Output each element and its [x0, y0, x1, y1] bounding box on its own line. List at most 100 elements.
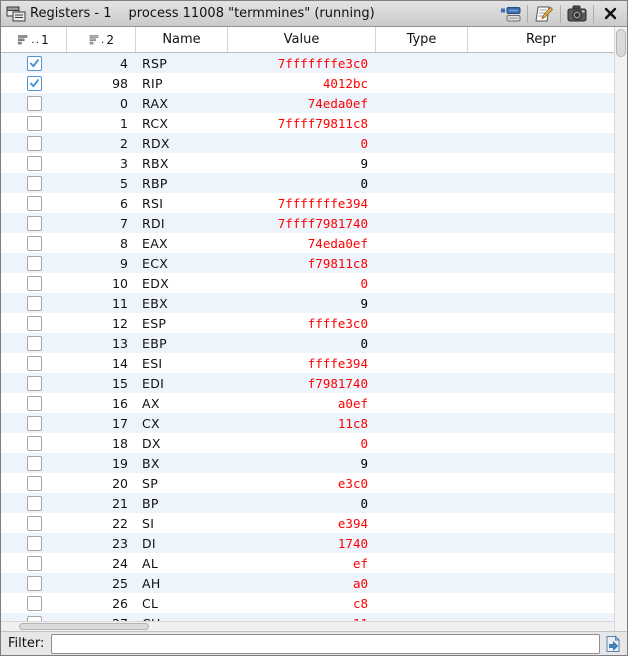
favorite-checkbox[interactable] — [27, 216, 42, 231]
register-name: ESI — [136, 353, 228, 373]
horizontal-scrollbar-thumb[interactable] — [19, 623, 149, 630]
favorite-cell — [1, 53, 67, 73]
register-table-body: 4RSP7fffffffe3c098RIP4012bc0RAX74eda0ef1… — [1, 53, 614, 621]
register-row[interactable]: 15EDIf7981740 — [1, 373, 614, 393]
favorite-checkbox[interactable] — [27, 316, 42, 331]
register-row[interactable]: 7RDI7ffff7981740 — [1, 213, 614, 233]
favorite-checkbox-checked[interactable] — [27, 56, 42, 71]
favorite-checkbox[interactable] — [27, 456, 42, 471]
register-value: 7ffff79811c8 — [228, 113, 376, 133]
register-row[interactable]: 20SPe3c0 — [1, 473, 614, 493]
register-row[interactable]: 10EDX0 — [1, 273, 614, 293]
vertical-scrollbar-thumb[interactable] — [616, 29, 626, 57]
favorite-checkbox[interactable] — [27, 376, 42, 391]
favorite-checkbox[interactable] — [27, 356, 42, 371]
favorite-checkbox[interactable] — [27, 576, 42, 591]
favorite-cell — [1, 453, 67, 473]
favorite-checkbox[interactable] — [27, 276, 42, 291]
favorite-checkbox[interactable] — [27, 336, 42, 351]
register-row[interactable]: 18DX0 — [1, 433, 614, 453]
favorite-checkbox[interactable] — [27, 476, 42, 491]
favorite-checkbox[interactable] — [27, 236, 42, 251]
favorite-checkbox[interactable] — [27, 416, 42, 431]
register-row[interactable]: 26CLc8 — [1, 593, 614, 613]
register-row[interactable]: 5RBP0 — [1, 173, 614, 193]
favorite-checkbox[interactable] — [27, 516, 42, 531]
register-row[interactable]: 19BX9 — [1, 453, 614, 473]
close-button[interactable] — [597, 3, 623, 25]
register-row[interactable]: 14ESIffffe394 — [1, 353, 614, 373]
filter-options-button[interactable] — [603, 634, 623, 654]
register-row[interactable]: 17CX11c8 — [1, 413, 614, 433]
favorite-checkbox[interactable] — [27, 116, 42, 131]
register-row[interactable]: 22SIe394 — [1, 513, 614, 533]
register-row[interactable]: 24ALef — [1, 553, 614, 573]
register-value: ffffe394 — [228, 353, 376, 373]
titlebar[interactable]: Registers - 1 process 11008 "termmines" … — [1, 1, 627, 27]
register-row[interactable]: 8EAX74eda0ef — [1, 233, 614, 253]
register-row[interactable]: 0RAX74eda0ef — [1, 93, 614, 113]
close-icon — [604, 7, 617, 20]
register-row[interactable]: 16AXa0ef — [1, 393, 614, 413]
register-row[interactable]: 12ESPffffe3c0 — [1, 313, 614, 333]
favorite-checkbox[interactable] — [27, 496, 42, 511]
register-number: 10 — [67, 273, 136, 293]
favorite-checkbox-checked[interactable] — [27, 76, 42, 91]
column-header-type[interactable]: Type — [376, 27, 468, 52]
register-type — [376, 173, 468, 193]
favorite-cell — [1, 253, 67, 273]
register-row[interactable]: 4RSP7fffffffe3c0 — [1, 53, 614, 73]
enable-edits-icon — [534, 5, 554, 23]
register-row[interactable]: 23DI1740 — [1, 533, 614, 553]
register-type — [376, 613, 468, 621]
favorite-checkbox[interactable] — [27, 436, 42, 451]
filter-input[interactable] — [51, 634, 600, 654]
register-row[interactable]: 9ECXf79811c8 — [1, 253, 614, 273]
column-header-value[interactable]: Value — [228, 27, 376, 52]
register-row[interactable]: 3RBX9 — [1, 153, 614, 173]
register-number: 19 — [67, 453, 136, 473]
favorite-checkbox[interactable] — [27, 96, 42, 111]
column-header-repr[interactable]: Repr — [468, 27, 614, 52]
register-row[interactable]: 27CH11 — [1, 613, 614, 621]
favorite-checkbox[interactable] — [27, 136, 42, 151]
column-header-favorite[interactable]: .. 1 — [1, 27, 67, 52]
favorite-checkbox[interactable] — [27, 396, 42, 411]
register-repr — [468, 513, 614, 533]
favorite-checkbox[interactable] — [27, 596, 42, 611]
register-number: 3 — [67, 153, 136, 173]
truncated-header-label: .. — [31, 33, 40, 46]
register-number: 1 — [67, 113, 136, 133]
favorite-checkbox[interactable] — [27, 556, 42, 571]
register-row[interactable]: 6RSI7fffffffe394 — [1, 193, 614, 213]
favorite-cell — [1, 533, 67, 553]
favorite-checkbox[interactable] — [27, 256, 42, 271]
select-registers-button[interactable] — [498, 3, 524, 25]
vertical-scrollbar[interactable] — [614, 27, 628, 631]
filter-bar: Filter: — [1, 631, 627, 655]
register-row[interactable]: 21BP0 — [1, 493, 614, 513]
register-row[interactable]: 11EBX9 — [1, 293, 614, 313]
register-row[interactable]: 25AHa0 — [1, 573, 614, 593]
favorite-cell — [1, 173, 67, 193]
register-value: 9 — [228, 453, 376, 473]
register-number: 27 — [67, 613, 136, 621]
register-number: 13 — [67, 333, 136, 353]
clone-window-button[interactable] — [564, 3, 590, 25]
favorite-checkbox[interactable] — [27, 196, 42, 211]
filter-options-icon — [604, 635, 622, 653]
column-header-name[interactable]: Name — [136, 27, 228, 52]
register-row[interactable]: 2RDX0 — [1, 133, 614, 153]
favorite-checkbox[interactable] — [27, 536, 42, 551]
column-header-number[interactable]: . 2 — [67, 27, 136, 52]
horizontal-scrollbar[interactable] — [1, 621, 614, 631]
enable-edits-button[interactable] — [531, 3, 557, 25]
favorite-checkbox[interactable] — [27, 296, 42, 311]
register-row[interactable]: 13EBP0 — [1, 333, 614, 353]
favorite-checkbox[interactable] — [27, 156, 42, 171]
favorite-checkbox[interactable] — [27, 176, 42, 191]
register-type — [376, 533, 468, 553]
register-value: e394 — [228, 513, 376, 533]
register-row[interactable]: 1RCX7ffff79811c8 — [1, 113, 614, 133]
register-row[interactable]: 98RIP4012bc — [1, 73, 614, 93]
